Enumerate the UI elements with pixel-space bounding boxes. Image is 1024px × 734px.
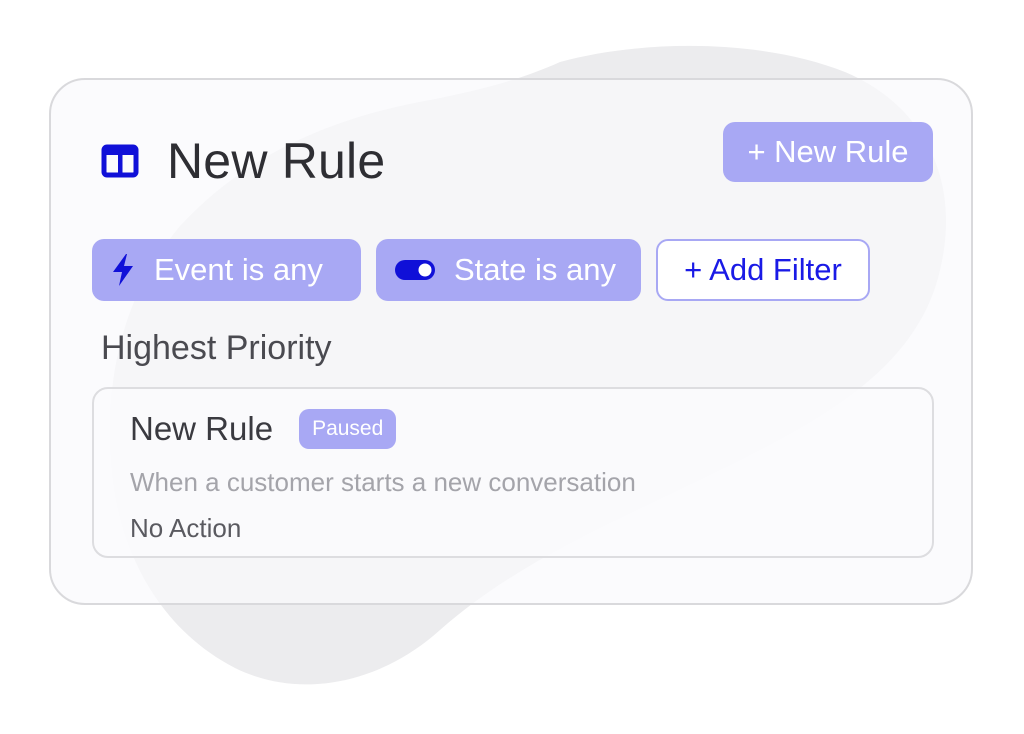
- rule-name-row: New Rule Paused: [130, 409, 397, 449]
- event-filter-label: Event is any: [154, 252, 323, 287]
- page-title: New Rule: [167, 133, 386, 189]
- rule-card[interactable]: New Rule Paused When a customer starts a…: [92, 387, 934, 558]
- state-filter-label: State is any: [454, 252, 616, 287]
- new-rule-button[interactable]: + New Rule: [723, 122, 933, 182]
- filter-bar: Event is any State is any + Add Filter: [92, 239, 870, 301]
- lightning-bolt-icon: [110, 253, 136, 287]
- event-filter-chip[interactable]: Event is any: [92, 239, 361, 301]
- columns-icon: [101, 142, 139, 180]
- stage: New Rule + New Rule Event is any State i…: [0, 0, 1024, 734]
- rule-action: No Action: [130, 513, 242, 543]
- title-row: New Rule: [101, 132, 385, 190]
- rule-name: New Rule: [130, 410, 274, 447]
- section-label: Highest Priority: [101, 329, 332, 367]
- toggle-switch-icon: [394, 259, 436, 281]
- state-filter-chip[interactable]: State is any: [376, 239, 641, 301]
- status-badge: Paused: [299, 409, 397, 449]
- rule-description: When a customer starts a new conversatio…: [130, 467, 636, 497]
- rules-panel: New Rule + New Rule Event is any State i…: [49, 78, 973, 605]
- add-filter-button[interactable]: + Add Filter: [656, 239, 870, 301]
